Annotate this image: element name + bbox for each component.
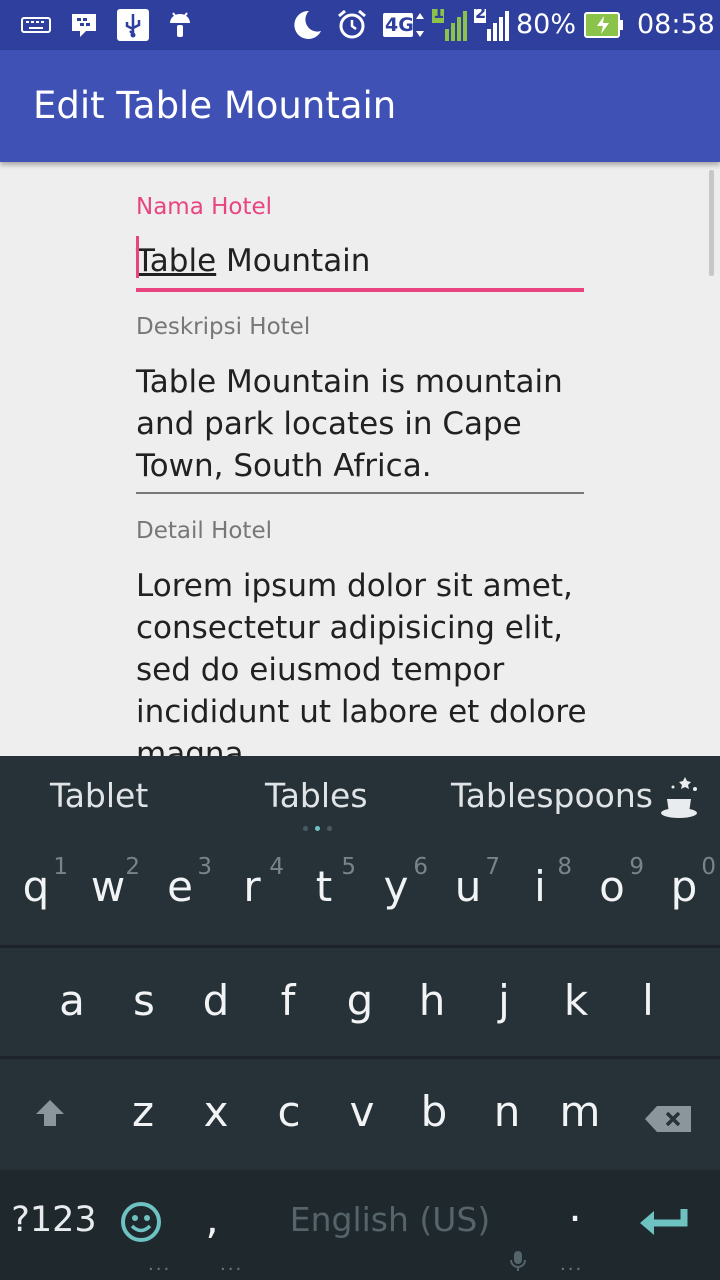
edit-hotel-form: Nama Hotel Table Mountain Deskripsi Hote… <box>0 162 720 756</box>
moon-icon <box>288 0 324 50</box>
period-key[interactable]: . <box>540 1182 610 1231</box>
shift-key[interactable] <box>14 1093 86 1142</box>
scrollbar[interactable] <box>709 170 714 276</box>
hotel-description-underline <box>136 492 584 494</box>
key-row-2: a s d f g h j k l <box>0 948 720 1058</box>
suggestion-indicator <box>303 826 333 832</box>
key-w-hint: 2 <box>125 854 140 880</box>
key-c[interactable]: c <box>253 1087 325 1136</box>
hotel-name-underline <box>136 288 584 292</box>
key-p-hint: 0 <box>701 854 716 880</box>
key-y-hint: 6 <box>413 854 428 880</box>
status-bar: 4G 1 2 80% 08:58 <box>0 0 720 50</box>
suggestion-3[interactable]: Tablespoons <box>451 776 653 815</box>
enter-key[interactable] <box>625 1204 705 1253</box>
backspace-icon <box>643 1095 693 1144</box>
key-m[interactable]: m <box>544 1087 616 1136</box>
key-f[interactable]: f <box>252 976 324 1025</box>
comma-key-more-dots: ... <box>220 1254 244 1275</box>
key-e[interactable]: e3 <box>144 854 216 911</box>
key-n[interactable]: n <box>471 1087 543 1136</box>
key-z[interactable]: z <box>107 1087 179 1136</box>
symbols-key[interactable]: ?123 <box>6 1200 102 1240</box>
key-q-hint: 1 <box>53 854 68 880</box>
key-v[interactable]: v <box>326 1087 398 1136</box>
shift-icon <box>32 1093 68 1142</box>
key-o-hint: 9 <box>629 854 644 880</box>
sim2-label: 2 <box>475 3 487 22</box>
emoji-key[interactable] <box>110 1200 172 1254</box>
key-s[interactable]: s <box>108 976 180 1025</box>
emoji-icon <box>119 1202 163 1254</box>
keyboard-icon <box>20 0 52 50</box>
key-q[interactable]: q1 <box>0 854 72 911</box>
key-w[interactable]: w2 <box>72 854 144 911</box>
key-i-hint: 8 <box>557 854 572 880</box>
alarm-icon <box>334 0 370 50</box>
key-a[interactable]: a <box>36 976 108 1025</box>
hotel-name-label: Nama Hotel <box>136 194 273 220</box>
hotel-description-input[interactable]: Table Mountain is mountain and park loca… <box>136 361 596 487</box>
period-key-more-dots: ... <box>560 1254 584 1275</box>
enter-icon <box>638 1204 692 1253</box>
suggestion-2[interactable]: Tables <box>265 776 368 815</box>
key-row-1: q1 w2 e3 r4 t5 y6 u7 i8 o9 p0 <box>0 840 720 948</box>
comma-key[interactable]: , <box>180 1194 244 1243</box>
sim1-label: 1 <box>433 3 445 22</box>
key-row-3: z x c v b n m <box>0 1059 720 1170</box>
key-y[interactable]: y6 <box>360 854 432 911</box>
key-r-hint: 4 <box>269 854 284 880</box>
bbm-icon <box>68 0 100 50</box>
hotel-description-label: Deskripsi Hotel <box>136 314 311 340</box>
hotel-name-input[interactable]: Table Mountain <box>136 240 596 282</box>
key-p[interactable]: p0 <box>648 854 720 911</box>
emoji-key-more-dots: ... <box>148 1254 172 1275</box>
key-o[interactable]: o9 <box>576 854 648 911</box>
key-t-hint: 5 <box>341 854 356 880</box>
key-r[interactable]: r4 <box>216 854 288 911</box>
key-i[interactable]: i8 <box>504 854 576 911</box>
key-k[interactable]: k <box>540 976 612 1025</box>
magic-hat-icon[interactable] <box>655 770 705 826</box>
key-row-bottom: ?123 ... , ... English (US) . ... <box>0 1170 720 1280</box>
hotel-detail-label: Detail Hotel <box>136 518 272 544</box>
android-icon <box>165 0 195 50</box>
key-b[interactable]: b <box>398 1087 470 1136</box>
mic-icon <box>510 1250 526 1276</box>
hotel-detail-input[interactable]: Lorem ipsum dolor sit amet, consectetur … <box>136 565 596 756</box>
key-g[interactable]: g <box>324 976 396 1025</box>
key-d[interactable]: d <box>180 976 252 1025</box>
hotel-name-text: Mountain <box>216 243 371 279</box>
key-t[interactable]: t5 <box>288 854 360 911</box>
text-cursor <box>136 236 139 278</box>
battery-percent: 80% <box>516 9 577 40</box>
suggestion-1[interactable]: Tablet <box>50 776 148 815</box>
composing-text: Table <box>136 243 217 279</box>
soft-keyboard: Tablet Tables Tablespoons q1 w2 e3 r4 t5… <box>0 756 720 1280</box>
battery-charging-icon <box>583 0 625 50</box>
key-l[interactable]: l <box>612 976 684 1025</box>
clock: 08:58 <box>637 9 715 40</box>
app-bar: Edit Table Mountain <box>0 50 720 162</box>
key-u[interactable]: u7 <box>432 854 504 911</box>
usb-icon <box>115 0 151 50</box>
suggestion-strip: Tablet Tables Tablespoons <box>0 756 720 840</box>
page-title: Edit Table Mountain <box>33 84 397 127</box>
key-h[interactable]: h <box>396 976 468 1025</box>
key-e-hint: 3 <box>197 854 212 880</box>
key-x[interactable]: x <box>180 1087 252 1136</box>
key-u-hint: 7 <box>485 854 500 880</box>
backspace-key[interactable] <box>632 1095 704 1144</box>
network-type-label: 4G <box>385 14 414 36</box>
spacebar[interactable]: English (US) <box>260 1200 520 1239</box>
key-j[interactable]: j <box>468 976 540 1025</box>
